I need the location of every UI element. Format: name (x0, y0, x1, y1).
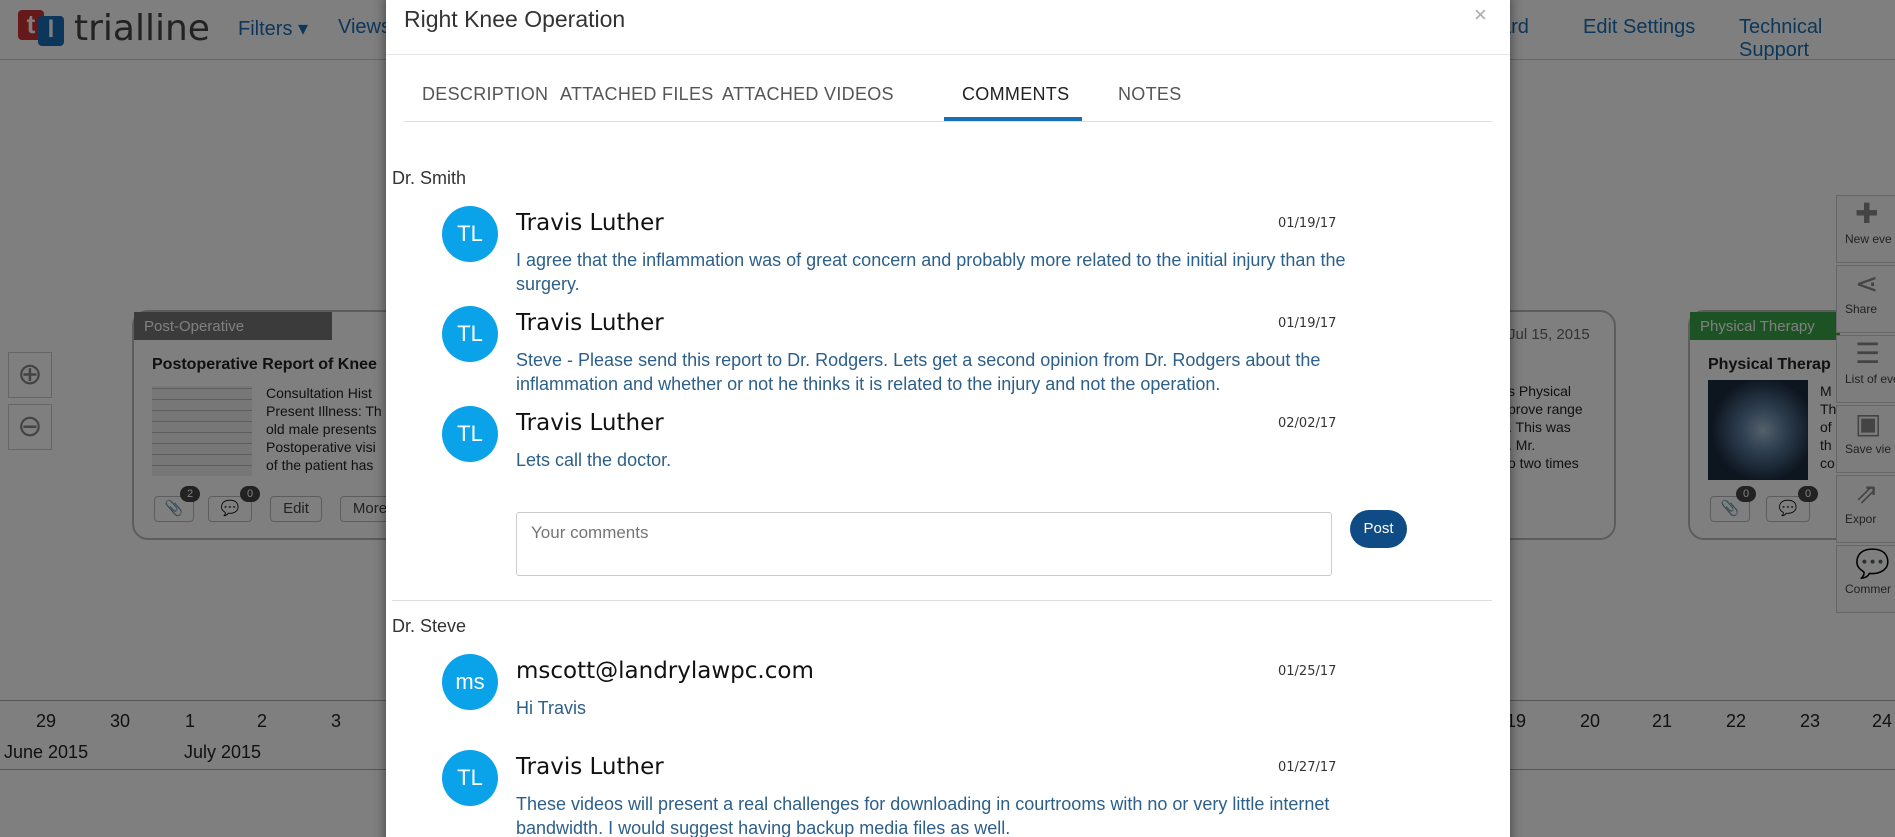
modal-header-divider (386, 54, 1510, 55)
avatar: TL (442, 406, 498, 462)
tab-comments[interactable]: COMMENTS (962, 84, 1069, 105)
avatar: ms (442, 654, 498, 710)
comment-text: These videos will present a real challen… (516, 794, 1330, 837)
comment-author: Travis Luther (516, 310, 664, 336)
avatar: TL (442, 750, 498, 806)
section-heading: Dr. Steve (392, 616, 467, 636)
comment-text: I agree that the inflammation was of gre… (516, 250, 1346, 294)
comment-author: mscott@landrylawpc.com (516, 658, 814, 684)
tab-attached-videos[interactable]: ATTACHED VIDEOS (722, 84, 894, 105)
close-icon[interactable]: × (1474, 2, 1487, 28)
comment-text: Steve - Please send this report to Dr. R… (516, 350, 1321, 394)
comment-date: 01/19/17 (1278, 316, 1337, 331)
comment-text: Lets call the doctor. (516, 450, 672, 470)
tab-attached-files[interactable]: ATTACHED FILES (560, 84, 714, 105)
avatar: TL (442, 206, 498, 262)
comment-author: Travis Luther (516, 754, 664, 780)
event-modal: Right Knee Operation × DESCRIPTION ATTAC… (386, 0, 1510, 837)
comment-date: 01/27/17 (1278, 760, 1337, 775)
tab-notes[interactable]: NOTES (1118, 84, 1182, 105)
tab-description[interactable]: DESCRIPTION (422, 84, 548, 105)
post-button[interactable]: Post (1350, 510, 1407, 548)
section-heading: Dr. Smith (392, 168, 467, 188)
comment-input[interactable] (516, 512, 1332, 576)
comment-date: 01/25/17 (1278, 664, 1337, 679)
comment-date: 01/19/17 (1278, 216, 1337, 231)
section-divider (392, 600, 1492, 601)
modal-title: Right Knee Operation (404, 6, 626, 32)
modal-tabs: DESCRIPTION ATTACHED FILES ATTACHED VIDE… (404, 66, 1492, 122)
avatar: TL (442, 306, 498, 362)
comment-author: Travis Luther (516, 410, 664, 436)
comment-text: Hi Travis (516, 698, 587, 718)
comment-date: 02/02/17 (1278, 416, 1337, 431)
comment-author: Travis Luther (516, 210, 664, 236)
trialline-page: t l trialline Filters ▾ Views ard Edit S… (0, 0, 1895, 837)
active-tab-indicator (944, 117, 1082, 121)
